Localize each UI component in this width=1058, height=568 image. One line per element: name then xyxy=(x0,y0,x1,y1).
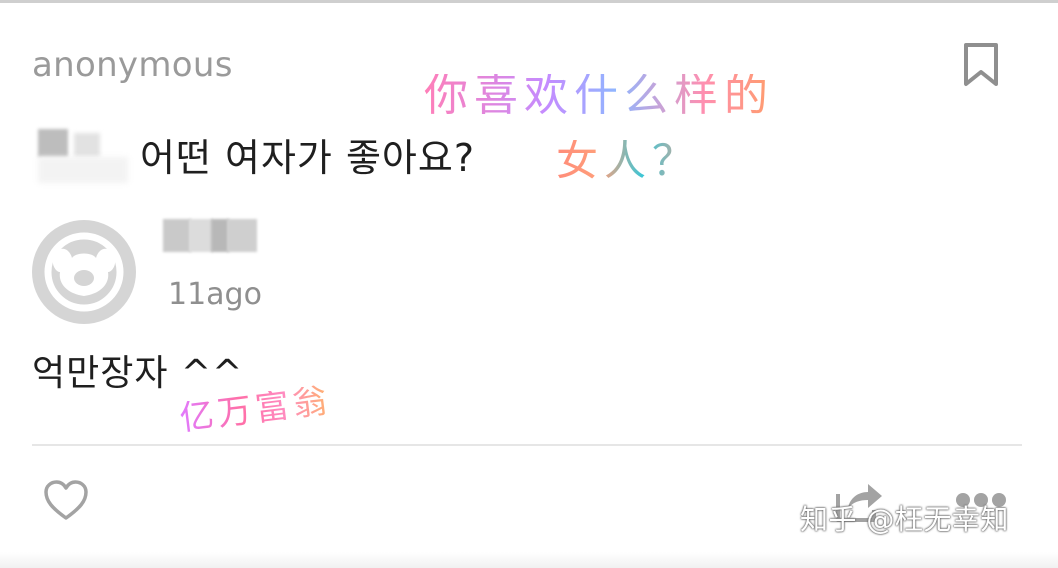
action-divider xyxy=(32,444,1022,446)
question-text: 어떤 여자가 좋아요? xyxy=(140,135,476,180)
watermark: 知乎 @枉无幸知 xyxy=(800,503,1009,536)
avatar[interactable] xyxy=(32,220,136,324)
top-divider xyxy=(0,0,1058,3)
post-author: anonymous xyxy=(32,45,233,85)
bookmark-icon[interactable] xyxy=(962,42,1000,88)
redacted-username xyxy=(163,219,257,252)
handwritten-annotation-line1: 你喜欢什么样的 xyxy=(424,70,774,121)
default-avatar-icon xyxy=(44,232,124,312)
handwritten-annotation-line2: 女人？ xyxy=(556,136,701,185)
redacted-prefix xyxy=(30,125,134,183)
question-row: 어떤 여자가 좋아요? xyxy=(30,125,476,183)
reply-timestamp: 11ago xyxy=(168,277,262,312)
heart-icon[interactable] xyxy=(42,478,90,522)
reply-text: 억만장자 ^^ xyxy=(32,353,244,394)
bottom-edge xyxy=(0,552,1058,568)
